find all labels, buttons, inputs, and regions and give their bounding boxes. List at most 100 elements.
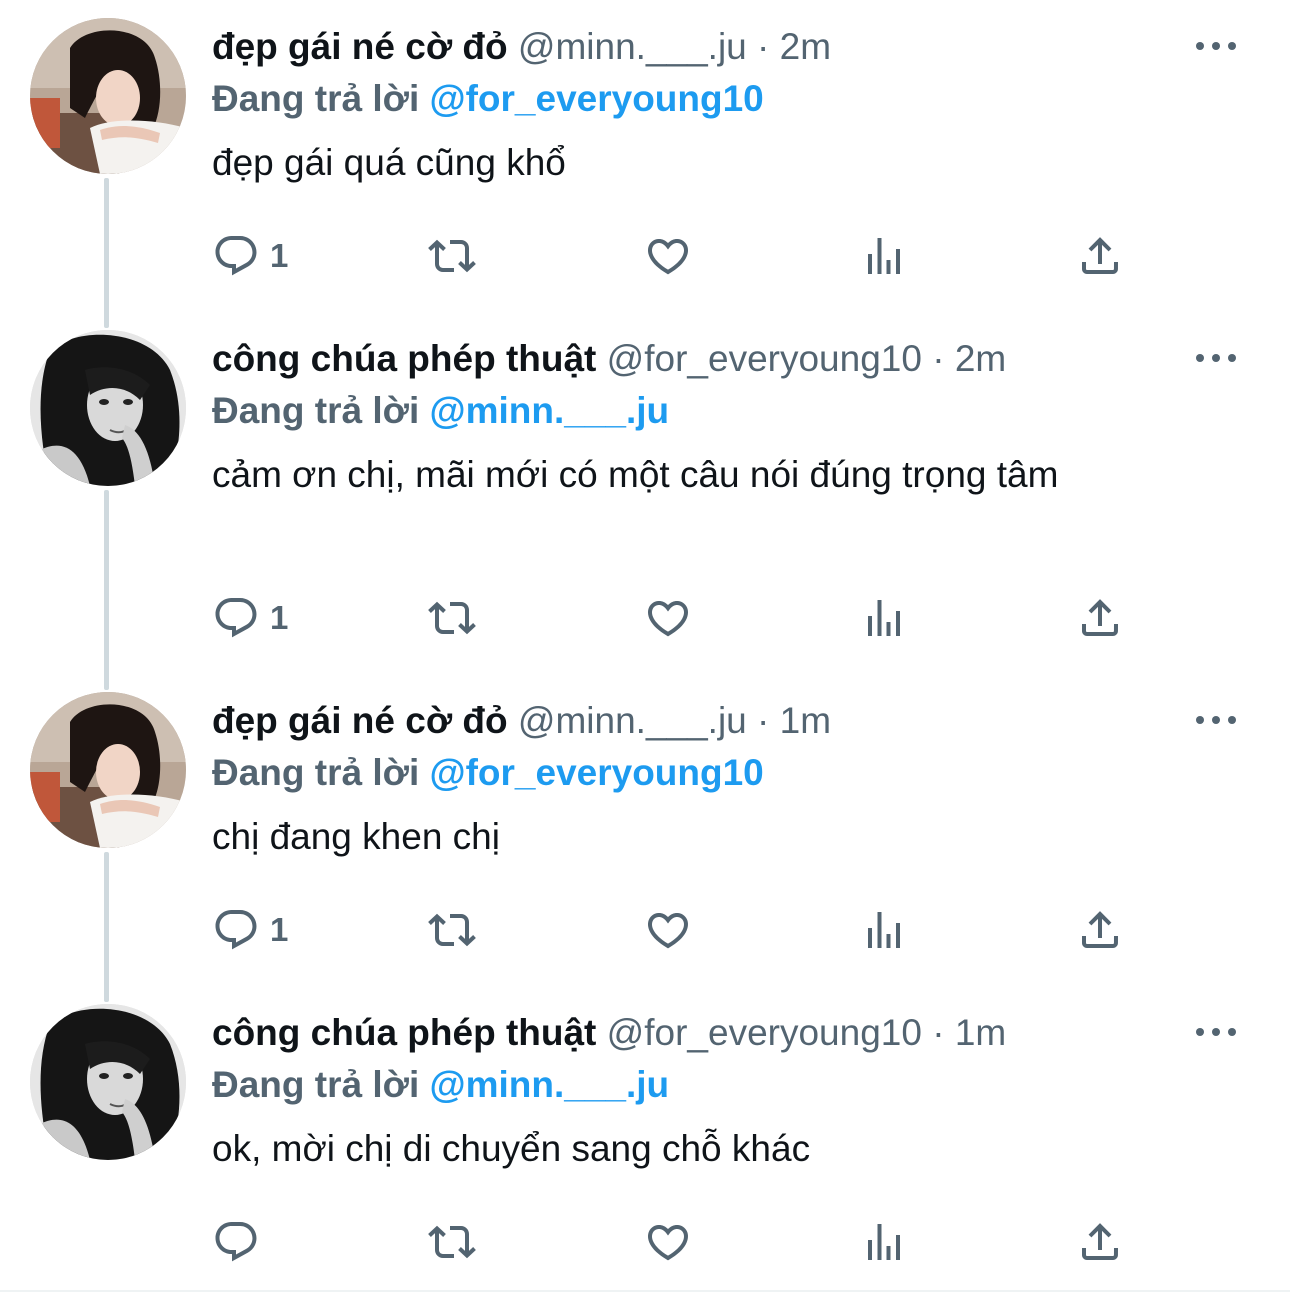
retweet-button[interactable]: [428, 1212, 476, 1272]
avatar[interactable]: [30, 1004, 186, 1160]
views-chart-icon: [860, 594, 908, 642]
more-dots-icon[interactable]: [1196, 30, 1236, 62]
tweet-text: chị đang khen chị: [212, 816, 500, 857]
avatar[interactable]: [30, 18, 186, 174]
separator-dot: ·: [757, 700, 770, 741]
retweet-icon: [428, 594, 476, 642]
replying-to-label: Đang trả lời: [212, 78, 420, 119]
views-chart-icon: [860, 906, 908, 954]
retweet-icon: [428, 232, 476, 280]
tweet-text: cảm ơn chị, mãi mới có một câu nói đúng …: [212, 454, 1059, 495]
retweet-button[interactable]: [428, 588, 476, 648]
tweet[interactable]: đẹp gái né cờ đỏ @minn.___.ju · 2m Đang …: [0, 0, 1290, 312]
more-dots-icon[interactable]: [1196, 1016, 1236, 1048]
display-name[interactable]: công chúa phép thuật: [212, 338, 596, 379]
separator-dot: ·: [757, 26, 770, 67]
replying-to: Đang trả lời @minn.___.ju: [212, 1062, 669, 1108]
retweet-button[interactable]: [428, 900, 476, 960]
replying-to-label: Đang trả lời: [212, 390, 420, 431]
share-button[interactable]: [1076, 1212, 1124, 1272]
display-name[interactable]: công chúa phép thuật: [212, 1012, 596, 1053]
replying-to-label: Đang trả lời: [212, 1064, 420, 1105]
replying-to: Đang trả lời @for_everyoung10: [212, 750, 764, 796]
user-handle[interactable]: @for_everyoung10: [607, 338, 922, 379]
avatar-image: [30, 692, 186, 848]
like-button[interactable]: [644, 1212, 692, 1272]
reply-icon: [212, 1218, 260, 1266]
reply-button[interactable]: 1: [212, 226, 288, 286]
tweet-actions: 1: [212, 900, 1172, 960]
share-icon: [1076, 906, 1124, 954]
replying-to-handle[interactable]: @for_everyoung10: [430, 78, 764, 119]
like-button[interactable]: [644, 588, 692, 648]
divider: [0, 1290, 1290, 1292]
timestamp[interactable]: 2m: [955, 338, 1006, 379]
tweet-actions: 1: [212, 588, 1172, 648]
views-chart-icon: [860, 232, 908, 280]
tweet[interactable]: công chúa phép thuật @for_everyoung10 · …: [0, 312, 1290, 674]
retweet-button[interactable]: [428, 226, 476, 286]
views-button[interactable]: [860, 900, 908, 960]
reply-count: 1: [270, 599, 289, 636]
replying-to: Đang trả lời @for_everyoung10: [212, 76, 764, 122]
share-button[interactable]: [1076, 900, 1124, 960]
user-handle[interactable]: @minn.___.ju: [518, 700, 747, 741]
tweet-actions: [212, 1212, 1172, 1272]
tweet-header: công chúa phép thuật @for_everyoung10 · …: [212, 334, 1230, 384]
share-icon: [1076, 232, 1124, 280]
avatar[interactable]: [30, 330, 186, 486]
avatar-image: [30, 330, 186, 486]
user-handle[interactable]: @minn.___.ju: [518, 26, 747, 67]
reply-icon: [212, 232, 260, 280]
heart-icon: [644, 1218, 692, 1266]
views-button[interactable]: [860, 1212, 908, 1272]
share-icon: [1076, 594, 1124, 642]
tweet-header: công chúa phép thuật @for_everyoung10 · …: [212, 1008, 1230, 1058]
conversation-thread: đẹp gái né cờ đỏ @minn.___.ju · 2m Đang …: [0, 0, 1290, 1296]
tweet[interactable]: công chúa phép thuật @for_everyoung10 · …: [0, 986, 1290, 1290]
reply-button[interactable]: 1: [212, 900, 288, 960]
display-name[interactable]: đẹp gái né cờ đỏ: [212, 700, 508, 741]
timestamp[interactable]: 1m: [955, 1012, 1006, 1053]
reply-icon: [212, 906, 260, 954]
heart-icon: [644, 232, 692, 280]
more-dots-icon[interactable]: [1196, 704, 1236, 736]
views-button[interactable]: [860, 588, 908, 648]
views-chart-icon: [860, 1218, 908, 1266]
reply-button[interactable]: [212, 1212, 270, 1272]
user-handle[interactable]: @for_everyoung10: [607, 1012, 922, 1053]
tweet-actions: 1: [212, 226, 1172, 286]
reply-icon: [212, 594, 260, 642]
replying-to-handle[interactable]: @minn.___.ju: [430, 390, 670, 431]
like-button[interactable]: [644, 900, 692, 960]
replying-to-handle[interactable]: @minn.___.ju: [430, 1064, 670, 1105]
retweet-icon: [428, 1218, 476, 1266]
retweet-icon: [428, 906, 476, 954]
avatar-image: [30, 1004, 186, 1160]
tweet-header: đẹp gái né cờ đỏ @minn.___.ju · 1m: [212, 696, 1230, 746]
tweet-header: đẹp gái né cờ đỏ @minn.___.ju · 2m: [212, 22, 1230, 72]
avatar[interactable]: [30, 692, 186, 848]
separator-dot: ·: [932, 338, 945, 379]
reply-count: 1: [270, 911, 289, 948]
reply-count: 1: [270, 237, 289, 274]
tweet[interactable]: đẹp gái né cờ đỏ @minn.___.ju · 1m Đang …: [0, 674, 1290, 986]
display-name[interactable]: đẹp gái né cờ đỏ: [212, 26, 508, 67]
views-button[interactable]: [860, 226, 908, 286]
tweet-text: đẹp gái quá cũng khổ: [212, 142, 566, 183]
replying-to: Đang trả lời @minn.___.ju: [212, 388, 669, 434]
avatar-image: [30, 18, 186, 174]
more-dots-icon[interactable]: [1196, 342, 1236, 374]
replying-to-label: Đang trả lời: [212, 752, 420, 793]
heart-icon: [644, 594, 692, 642]
tweet-text: ok, mời chị di chuyển sang chỗ khác: [212, 1128, 811, 1169]
timestamp[interactable]: 1m: [780, 700, 831, 741]
share-icon: [1076, 1218, 1124, 1266]
replying-to-handle[interactable]: @for_everyoung10: [430, 752, 764, 793]
share-button[interactable]: [1076, 588, 1124, 648]
timestamp[interactable]: 2m: [780, 26, 831, 67]
share-button[interactable]: [1076, 226, 1124, 286]
like-button[interactable]: [644, 226, 692, 286]
heart-icon: [644, 906, 692, 954]
reply-button[interactable]: 1: [212, 588, 288, 648]
